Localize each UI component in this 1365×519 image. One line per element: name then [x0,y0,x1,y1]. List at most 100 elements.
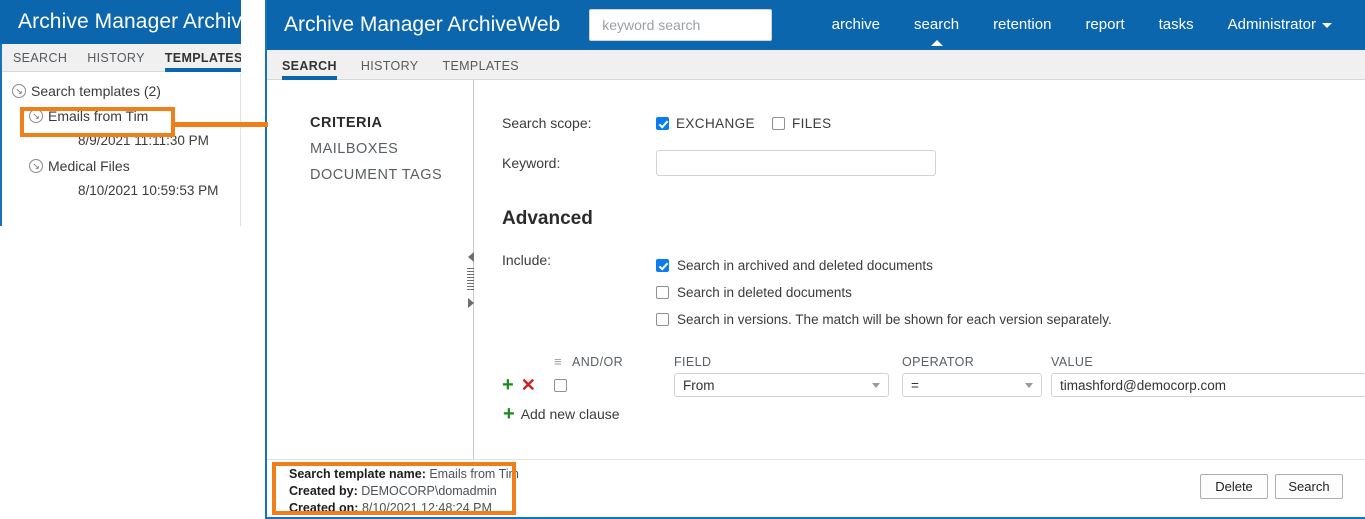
clause-header-andor-label: AND/OR [572,354,624,369]
tab-history[interactable]: HISTORY [361,59,419,79]
clause-row: + ✕ From = timashford@democorp.com [502,372,1365,398]
created-on-line: Created on: 8/10/2021 12:48:24 PM [289,500,519,517]
checkbox-search-archived-deleted[interactable] [656,259,669,272]
search-scope-options: EXCHANGE FILES [656,116,848,131]
clause-andor-cell [544,378,674,392]
include-option-label: Search in archived and deleted documents [677,258,933,273]
tree-node-medical-files[interactable]: ↘ Medical Files [2,153,240,178]
tree-root-label: Search templates (2) [31,82,161,99]
tab-history-back[interactable]: HISTORY [87,51,145,71]
back-window-title: Archive Manager ArchiveW [18,10,241,33]
window-left-accent-edge [265,0,267,519]
expand-collapse-icon[interactable]: ↘ [29,108,43,123]
sidenav-item-mailboxes[interactable]: MAILBOXES [267,136,473,162]
checkbox-files[interactable] [771,116,785,130]
clause-row-actions: + ✕ [502,375,544,395]
keyword-search-input[interactable] [600,16,762,34]
include-options: Search in archived and deleted documents… [656,252,1112,333]
include-option-archived-deleted[interactable]: Search in archived and deleted documents [656,252,1112,279]
add-clause-icon[interactable]: + [502,375,514,395]
clause-operator-select[interactable]: = [902,373,1042,397]
include-option-deleted[interactable]: Search in deleted documents [656,279,1112,306]
clause-header-value: VALUE [1051,355,1094,369]
checkbox-exchange-label: EXCHANGE [676,115,755,131]
include-option-versions[interactable]: Search in versions. The match will be sh… [656,306,1112,333]
search-scope-row: Search scope: EXCHANGE FILES [474,102,1365,144]
app-header: Archive Manager ArchiveWeb archive searc… [265,0,1365,50]
sidenav-item-criteria[interactable]: CRITERIA [267,110,473,136]
annotation-arrow [173,122,268,127]
add-new-clause-label: Add new clause [520,406,620,422]
nav-administrator-menu[interactable]: Administrator [1211,0,1349,50]
tab-templates[interactable]: TEMPLATES [442,59,519,79]
template-name-value: Emails from Tim [429,467,519,481]
operator-dropdown[interactable]: = [902,373,1042,397]
sidenav-item-document-tags[interactable]: DOCUMENT TAGS [267,162,473,188]
nav-retention[interactable]: retention [976,0,1068,50]
template-info-block: Search template name: Emails from Tim Cr… [289,466,519,517]
created-by-label: Created by: [289,484,358,498]
created-on-value: 8/10/2021 12:48:24 PM [361,501,492,515]
app-title: Archive Manager ArchiveWeb [284,13,561,36]
expand-collapse-icon[interactable]: ↘ [12,83,26,98]
screenshot-root: Archive Manager ArchiveW SEARCH HISTORY … [0,0,1365,519]
main-body: CRITERIA MAILBOXES DOCUMENT TAGS Search … [267,80,1365,459]
search-criteria-form: Search scope: EXCHANGE FILES Keyword: Ad… [474,80,1365,459]
tab-templates-back[interactable]: TEMPLATES [164,51,241,72]
field-dropdown-value: From [683,377,715,393]
top-navigation: archive search retention report tasks Ad… [815,0,1349,50]
expand-right-arrow-icon[interactable] [467,298,474,308]
keyword-search-box[interactable] [589,9,773,41]
clause-column-headers: ≡ AND/OR FIELD OPERATOR VALUE [502,351,1365,369]
tree-root-search-templates[interactable]: ↘ Search templates (2) [2,78,240,103]
keyword-row: Keyword: [474,144,1365,182]
field-dropdown[interactable]: From [674,373,889,397]
created-on-label: Created on: [289,501,359,515]
search-button[interactable]: Search [1275,474,1343,499]
value-input[interactable] [1051,373,1365,397]
clause-builder: ≡ AND/OR FIELD OPERATOR VALUE + ✕ From =… [474,351,1365,424]
clause-header-andor: ≡ AND/OR [544,354,674,369]
include-row: Include: Search in archived and deleted … [474,252,1365,333]
include-option-label: Search in versions. The match will be sh… [677,312,1112,327]
keyword-input[interactable] [656,150,936,176]
checkbox-exchange[interactable] [656,116,669,130]
collapse-left-arrow-icon[interactable] [467,252,474,262]
nav-tasks[interactable]: tasks [1142,0,1211,50]
back-window-header: Archive Manager ArchiveW [0,0,241,44]
main-tabbar: SEARCH HISTORY TEMPLATES [265,50,1365,80]
background-window: Archive Manager ArchiveW SEARCH HISTORY … [0,0,241,226]
window-footer: Search template name: Emails from Tim Cr… [267,459,1365,518]
clause-value-cell[interactable] [1051,373,1365,397]
tab-search[interactable]: SEARCH [282,59,337,80]
splitter-grip-icon[interactable] [467,268,474,292]
expand-collapse-icon[interactable]: ↘ [29,158,43,173]
created-by-value: DEMOCORP\domadmin [361,484,497,498]
template-name-line: Search template name: Emails from Tim [289,466,519,483]
chevron-down-icon [872,382,880,388]
clause-header-field: FIELD [674,355,712,369]
operator-dropdown-value: = [911,377,919,393]
clause-field-select[interactable]: From [674,373,889,397]
advanced-section-title: Advanced [502,208,593,229]
back-window-tabbar: SEARCH HISTORY TEMPLATES [0,44,241,72]
template-name-label: Search template name: [289,467,426,481]
checkbox-files-label: FILES [791,115,832,131]
delete-button[interactable]: Delete [1200,474,1268,499]
remove-clause-icon[interactable]: ✕ [521,376,536,394]
list-icon: ≡ [554,354,562,369]
add-new-clause-button[interactable]: + Add new clause [502,404,1365,424]
checkbox-search-versions[interactable] [656,313,669,326]
nav-report[interactable]: report [1068,0,1141,50]
tab-search-back[interactable]: SEARCH [13,51,67,71]
criteria-sidenav: CRITERIA MAILBOXES DOCUMENT TAGS [267,80,474,459]
tree-node-date: 8/10/2021 10:59:53 PM [78,183,219,198]
archiveweb-main-window: Archive Manager ArchiveWeb archive searc… [265,0,1365,519]
checkbox-clause-andor[interactable] [554,378,567,392]
search-scope-label: Search scope: [502,115,592,131]
tree-node-label: Emails from Tim [48,107,149,124]
nav-search[interactable]: search [897,0,976,50]
nav-archive[interactable]: archive [815,0,897,50]
keyword-label: Keyword: [502,155,561,171]
checkbox-search-deleted[interactable] [656,286,669,299]
